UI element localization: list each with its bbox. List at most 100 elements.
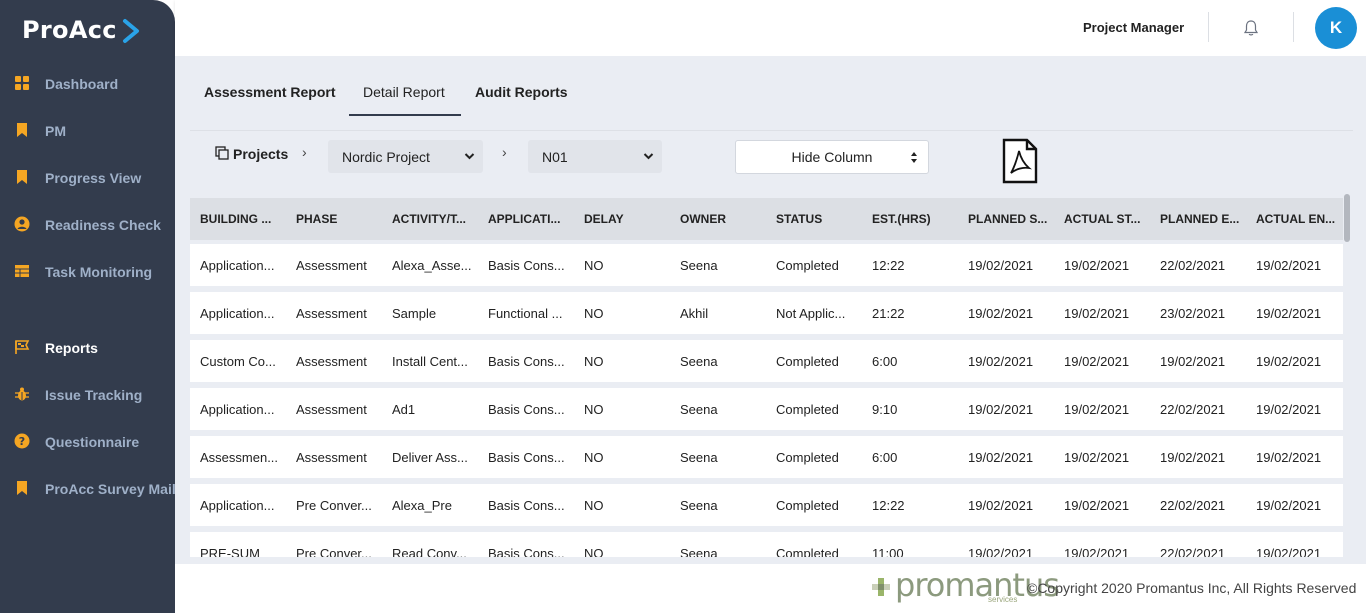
scrollbar-thumb[interactable] [1344, 194, 1350, 242]
sidebar-item-dashboard[interactable]: Dashboard [0, 69, 175, 99]
sidebar-item-label: Issue Tracking [45, 387, 143, 403]
table-cell: Basis Cons... [488, 498, 565, 513]
scrollbar-track[interactable] [1343, 194, 1353, 564]
table-cell: 19/02/2021 [1064, 354, 1130, 369]
table-cell: 9:10 [872, 402, 898, 417]
promantus-logo-sub: services [988, 595, 1018, 604]
sidebar-item-label: ProAcc Survey Mail [45, 481, 176, 497]
sidebar-item-label: PM [45, 123, 66, 139]
table-cell: NO [584, 402, 604, 417]
table-cell: Completed [776, 498, 839, 513]
sidebar-item-task-monitoring[interactable]: Task Monitoring [0, 257, 175, 287]
table-cell: 6:00 [872, 450, 898, 465]
table-cell: 6:00 [872, 354, 898, 369]
table-cell: 19/02/2021 [968, 306, 1034, 321]
table-cell: NO [584, 258, 604, 273]
table-body: Application... Assessment Alexa_Asse... Bas… [175, 56, 1366, 557]
table-cell: 19/02/2021 [1160, 354, 1226, 369]
table-cell: Deliver Ass... [392, 450, 468, 465]
sidebar-item-proacc-survey-mail[interactable]: ProAcc Survey Mail [0, 474, 176, 504]
table-cell: Functional ... [488, 306, 563, 321]
table-row[interactable]: PRE-SUM Pre Conver... Read Conv... Basis Co… [190, 532, 1343, 557]
table-cell: Seena [680, 498, 718, 513]
table-cell: Seena [680, 546, 718, 557]
table-cell: 19/02/2021 [1256, 498, 1322, 513]
svg-text:?: ? [19, 435, 25, 448]
table-cell: Completed [776, 402, 839, 417]
sidebar-item-label: Reports [45, 340, 98, 356]
user-role: Project Manager [1083, 20, 1185, 35]
table-cell: 22/02/2021 [1160, 498, 1226, 513]
sidebar-item-label: Questionnaire [45, 434, 140, 450]
sidebar-item-reports[interactable]: Reports [0, 333, 175, 363]
sidebar-item-label: Readiness Check [45, 217, 161, 233]
promantus-logo-icon [872, 578, 890, 596]
bookmark-icon [17, 170, 27, 184]
table-cell: Application... [200, 498, 275, 513]
table-row[interactable]: Application... Pre Conver... Alexa_Pre Basi… [190, 484, 1343, 526]
table-cell: Akhil [680, 306, 709, 321]
table-cell: Seena [680, 258, 718, 273]
table-cell: 19/02/2021 [1064, 498, 1130, 513]
table-cell: Seena [680, 402, 718, 417]
table-cell: 19/02/2021 [1256, 402, 1322, 417]
table-cell: Install Cent... [392, 354, 468, 369]
table-cell: Custom Co... [200, 354, 276, 369]
table-cell: PRE-SUM [200, 546, 260, 557]
table-cell: Alexa_Asse... [392, 258, 472, 273]
table-cell: NO [584, 354, 604, 369]
table-cell: Seena [680, 450, 718, 465]
sidebar-item-readiness-check[interactable]: Readiness Check [0, 210, 175, 240]
sidebar-item-issue-tracking[interactable]: Issue Tracking [0, 380, 175, 410]
table-row[interactable]: Application... Assessment Ad1 Basis Cons...… [190, 388, 1343, 430]
table-cell: 19/02/2021 [1256, 258, 1322, 273]
table-cell: 19/02/2021 [1064, 258, 1130, 273]
table-cell: Completed [776, 546, 839, 557]
table-cell: 19/02/2021 [1256, 546, 1322, 557]
table-cell: 11:00 [872, 546, 904, 557]
table-cell: Sample [392, 306, 437, 321]
app-logo[interactable]: ProAcc [22, 16, 117, 44]
table-cell: Seena [680, 354, 718, 369]
table-row[interactable]: Application... Assessment Sample Functional… [190, 292, 1343, 334]
sidebar-item-label: Progress View [45, 170, 142, 186]
table-cell: Not Applic... [776, 306, 846, 321]
table-cell: 22/02/2021 [1160, 402, 1226, 417]
bell-icon[interactable] [1242, 19, 1260, 37]
table-row[interactable]: Application... Assessment Alexa_Asse... Bas… [190, 244, 1343, 286]
sidebar-item-pm[interactable]: PM [0, 116, 175, 146]
table-cell: Completed [776, 354, 839, 369]
table-cell: NO [584, 498, 604, 513]
table-cell: Assessment [296, 354, 367, 369]
table-cell: Basis Cons... [488, 402, 565, 417]
table-cell: 12:22 [872, 258, 905, 273]
table-cell: Assessment [296, 402, 367, 417]
table-cell: 23/02/2021 [1160, 306, 1226, 321]
bookmark-icon [17, 123, 27, 137]
top-header: Project Manager K [175, 0, 1366, 56]
bookmark-icon [17, 481, 27, 495]
sidebar-item-progress-view[interactable]: Progress View [0, 163, 175, 193]
table-cell: 22/02/2021 [1160, 258, 1226, 273]
table-row[interactable]: Custom Co... Assessment Install Cent... Bas… [190, 340, 1343, 382]
table-row[interactable]: Assessmen... Assessment Deliver Ass... Basi… [190, 436, 1343, 478]
sidebar-item-label: Dashboard [45, 76, 119, 92]
avatar[interactable]: K [1315, 7, 1357, 49]
table-cell: Assessment [296, 258, 367, 273]
table-cell: 19/02/2021 [968, 258, 1034, 273]
table-cell: 19/02/2021 [1064, 306, 1130, 321]
sidebar-item-questionnaire[interactable]: ? Questionnaire [0, 427, 175, 457]
table-cell: 19/02/2021 [968, 450, 1034, 465]
table-cell: 19/02/2021 [968, 402, 1034, 417]
table-cell: 19/02/2021 [1064, 450, 1130, 465]
table-cell: Application... [200, 402, 275, 417]
table-cell: 19/02/2021 [968, 354, 1034, 369]
table-cell: Basis Cons... [488, 450, 565, 465]
table-cell: 19/02/2021 [968, 546, 1034, 557]
bug-icon [15, 387, 29, 401]
flag-icon [15, 340, 30, 354]
copyright-text: ©Copyright 2020 Promantus Inc, All Right… [1027, 580, 1357, 596]
user-circle-icon [14, 216, 30, 232]
table-cell: 19/02/2021 [1256, 306, 1322, 321]
table-cell: Assessmen... [200, 450, 279, 465]
